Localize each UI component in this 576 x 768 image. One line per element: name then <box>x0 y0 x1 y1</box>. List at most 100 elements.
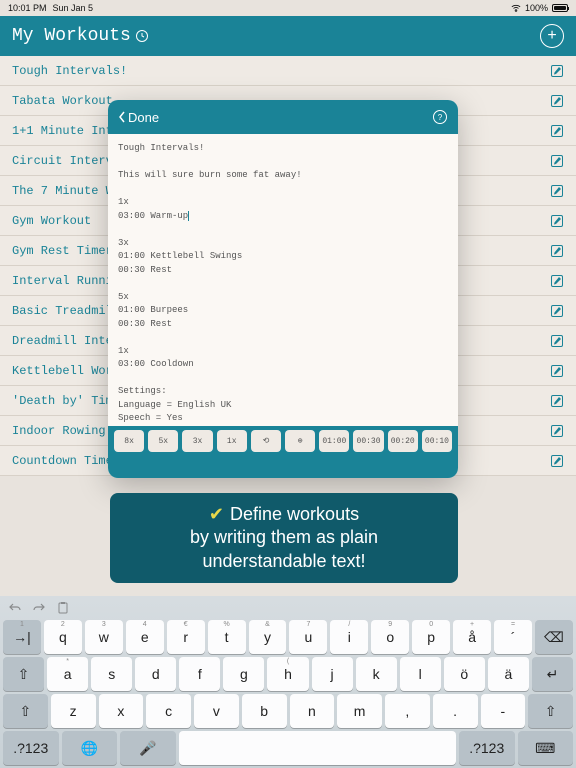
edit-icon[interactable] <box>550 64 564 78</box>
key[interactable]: ⌫ <box>535 620 573 654</box>
list-item[interactable]: Tough Intervals! <box>0 56 576 86</box>
key[interactable]: ⇧ <box>3 694 48 728</box>
svg-text:?: ? <box>438 113 443 122</box>
key[interactable]: f <box>179 657 220 691</box>
shortcut-key[interactable]: 8x <box>114 430 144 452</box>
redo-icon[interactable] <box>32 601 46 615</box>
key[interactable]: v <box>194 694 239 728</box>
key[interactable]: - <box>481 694 526 728</box>
edit-icon[interactable] <box>550 244 564 258</box>
key[interactable]: 🎤 <box>120 731 176 765</box>
editor-modal: Done ? Tough Intervals! This will sure b… <box>108 100 458 478</box>
key[interactable]: b <box>242 694 287 728</box>
key[interactable]: €r <box>167 620 205 654</box>
key[interactable]: ⇧ <box>528 694 573 728</box>
edit-icon[interactable] <box>550 304 564 318</box>
key[interactable]: *a <box>47 657 88 691</box>
edit-icon[interactable] <box>550 154 564 168</box>
key[interactable]: 9o <box>371 620 409 654</box>
key[interactable]: 4e <box>126 620 164 654</box>
key[interactable]: (h <box>267 657 308 691</box>
key[interactable]: 1→| <box>3 620 41 654</box>
workout-name: Countdown Timer <box>12 454 120 468</box>
status-time: 10:01 PM <box>8 3 47 13</box>
wifi-icon <box>511 4 521 12</box>
key[interactable]: g <box>223 657 264 691</box>
shortcut-key[interactable]: ⊕ <box>285 430 315 452</box>
edit-icon[interactable] <box>550 454 564 468</box>
status-date: Sun Jan 5 <box>53 3 94 13</box>
keyboard-toolbar <box>0 596 576 620</box>
marketing-callout: ✔Define workouts by writing them as plai… <box>110 493 458 583</box>
key[interactable]: &y <box>249 620 287 654</box>
shortcut-key[interactable]: 5x <box>148 430 178 452</box>
edit-icon[interactable] <box>550 364 564 378</box>
battery-icon <box>552 4 568 12</box>
key[interactable]: , <box>385 694 430 728</box>
workout-name: Tabata Workout <box>12 94 113 108</box>
key[interactable]: m <box>337 694 382 728</box>
key[interactable]: ⌨ <box>518 731 574 765</box>
editor-textarea[interactable]: Tough Intervals! This will sure burn som… <box>108 134 458 426</box>
key[interactable]: .?123 <box>3 731 59 765</box>
key[interactable]: 7u <box>289 620 327 654</box>
key[interactable]: ä <box>488 657 529 691</box>
key[interactable]: 🌐 <box>62 731 118 765</box>
key[interactable]: . <box>433 694 478 728</box>
key[interactable]: ↵ <box>532 657 573 691</box>
key[interactable]: ⇧ <box>3 657 44 691</box>
key[interactable]: x <box>99 694 144 728</box>
battery-percent: 100% <box>525 3 548 13</box>
help-icon[interactable]: ? <box>432 109 448 125</box>
shortcut-key[interactable]: ⟲ <box>251 430 281 452</box>
key[interactable]: n <box>290 694 335 728</box>
history-icon[interactable] <box>135 29 149 43</box>
nav-bar: My Workouts + <box>0 16 576 56</box>
workout-name: Gym Workout <box>12 214 91 228</box>
workout-name: Tough Intervals! <box>12 64 127 78</box>
shortcut-bar: 8x5x3x1x⟲⊕01:0000:3000:2000:10 <box>108 426 458 478</box>
key[interactable]: c <box>146 694 191 728</box>
keyboard[interactable]: 1→|2q3w4e€r%t&y7u/i9o0p+å=´⌫⇧*asdfg(hjkl… <box>0 596 576 768</box>
edit-icon[interactable] <box>550 184 564 198</box>
edit-icon[interactable] <box>550 274 564 288</box>
page-title: My Workouts <box>12 26 149 46</box>
key[interactable]: d <box>135 657 176 691</box>
key[interactable]: =´ <box>494 620 532 654</box>
text-caret <box>188 211 189 221</box>
chevron-left-icon <box>118 111 126 123</box>
check-icon: ✔ <box>209 504 224 524</box>
key[interactable]: /i <box>330 620 368 654</box>
key[interactable]: k <box>356 657 397 691</box>
edit-icon[interactable] <box>550 394 564 408</box>
done-button[interactable]: Done <box>118 110 159 125</box>
editor-header: Done ? <box>108 100 458 134</box>
key[interactable]: 0p <box>412 620 450 654</box>
space-key[interactable] <box>179 731 457 765</box>
key[interactable]: z <box>51 694 96 728</box>
add-button[interactable]: + <box>540 24 564 48</box>
undo-icon[interactable] <box>8 601 22 615</box>
key[interactable]: %t <box>208 620 246 654</box>
edit-icon[interactable] <box>550 424 564 438</box>
key[interactable]: 2q <box>44 620 82 654</box>
shortcut-key[interactable]: 3x <box>182 430 212 452</box>
key[interactable]: +å <box>453 620 491 654</box>
shortcut-key[interactable]: 00:10 <box>422 430 452 452</box>
shortcut-key[interactable]: 00:20 <box>388 430 418 452</box>
shortcut-key[interactable]: 00:30 <box>353 430 383 452</box>
key[interactable]: s <box>91 657 132 691</box>
key[interactable]: l <box>400 657 441 691</box>
edit-icon[interactable] <box>550 94 564 108</box>
key[interactable]: ö <box>444 657 485 691</box>
shortcut-key[interactable]: 01:00 <box>319 430 349 452</box>
key[interactable]: .?123 <box>459 731 515 765</box>
shortcut-key[interactable]: 1x <box>217 430 247 452</box>
status-bar: 10:01 PM Sun Jan 5 100% <box>0 0 576 16</box>
edit-icon[interactable] <box>550 124 564 138</box>
edit-icon[interactable] <box>550 334 564 348</box>
paste-icon[interactable] <box>56 601 70 615</box>
edit-icon[interactable] <box>550 214 564 228</box>
key[interactable]: j <box>312 657 353 691</box>
key[interactable]: 3w <box>85 620 123 654</box>
